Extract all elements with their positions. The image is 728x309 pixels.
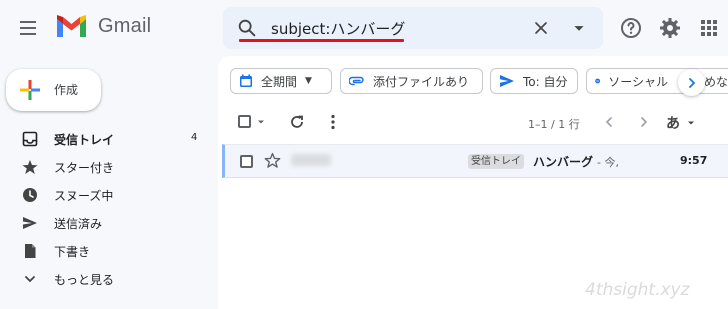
sidebar-item-label: 送信済み [54,217,103,231]
filters-scroll-right-button[interactable] [678,69,705,96]
sidebar-item-label: スター付き [54,161,115,175]
calendar-icon [240,74,252,87]
more-options-icon[interactable] [328,113,338,131]
compose-plus-icon [20,80,40,100]
main-menu-icon[interactable] [16,16,40,40]
star-icon [22,160,38,174]
input-tools-dropdown-icon[interactable] [686,118,696,128]
chip-label: ソーシャル [608,74,668,89]
caret-down-icon: ▼ [305,76,312,86]
send-icon [23,217,37,229]
sidebar-item-label: 下書き [54,245,91,259]
gmail-app: Gmail subject:ハンバーグ 作成 受信トレイ 4 スター付き スヌー… [0,0,728,309]
attachment-icon [349,76,364,86]
sidebar-item-inbox[interactable]: 受信トレイ 4 [0,125,210,153]
chevron-right-icon [688,77,695,88]
compose-label: 作成 [54,83,79,97]
search-highlight-underline [239,39,404,42]
gmail-m-icon [57,15,86,37]
watermark-text: 4thsight.xyz [585,280,690,300]
sidebar-item-label: スヌーズ中 [54,189,114,203]
mail-list-panel: 全期間 ▼ 添付ファイルあり To: 自分 ソーシャル めな 1–1 / 1 行… [218,56,728,309]
chip-label: めな [703,74,728,89]
social-icon [595,78,601,84]
chip-label: 添付ファイルあり [373,74,470,89]
sender-name-blurred [291,154,331,166]
sidebar-item-more[interactable]: もっと見る [0,265,210,293]
inbox-icon [22,131,38,147]
settings-gear-icon[interactable] [658,16,682,40]
chip-label: 全期間 [261,74,298,89]
compose-button[interactable]: 作成 [6,69,101,111]
send-icon [500,75,514,87]
select-dropdown-icon[interactable] [256,117,266,127]
label-badge[interactable]: 受信トレイ [468,154,524,169]
filter-chip-social[interactable]: ソーシャル めな [586,68,728,94]
select-all-checkbox[interactable] [238,115,251,128]
sidebar-item-label: もっと見る [54,273,115,287]
pagination-range: 1–1 / 1 行 [528,118,580,131]
clock-icon [23,188,37,202]
apps-grid-icon[interactable] [697,16,721,40]
chevron-down-icon [25,276,35,283]
mail-snippet: - 今, [597,156,619,169]
search-input[interactable] [271,15,511,41]
filter-chip-attachment[interactable]: 添付ファイルあり [340,68,483,94]
row-checkbox[interactable] [240,155,253,168]
sidebar-item-label: 受信トレイ [54,133,115,147]
sidebar-item-starred[interactable]: スター付き [0,153,210,181]
mail-subject: ハンバーグ [533,155,594,169]
sidebar-item-drafts[interactable]: 下書き [0,237,210,265]
app-name: Gmail [98,14,152,37]
search-options-icon[interactable] [568,17,590,39]
draft-icon [25,244,36,258]
gmail-logo[interactable]: Gmail [55,13,151,39]
sidebar-item-snoozed[interactable]: スヌーズ中 [0,181,210,209]
filter-chip-to-me[interactable]: To: 自分 [490,68,578,94]
refresh-icon[interactable] [288,113,306,131]
help-icon[interactable] [619,16,643,40]
search-icon[interactable] [236,17,258,39]
input-tools-button[interactable]: あ [666,113,680,133]
previous-page-icon[interactable] [604,116,614,128]
chip-label: To: 自分 [523,74,568,89]
mail-time: 9:57 [680,154,708,167]
filter-chip-date[interactable]: 全期間 ▼ [230,68,332,94]
clear-search-icon[interactable] [530,17,552,39]
mail-row[interactable]: 受信トレイ ハンバーグ - 今, 9:57 [222,144,728,178]
top-header: Gmail [0,0,728,56]
search-bar[interactable] [223,7,603,49]
next-page-icon[interactable] [639,116,649,128]
unread-count: 4 [191,132,198,143]
star-outline-icon[interactable] [264,152,281,169]
sidebar-item-sent[interactable]: 送信済み [0,209,210,237]
